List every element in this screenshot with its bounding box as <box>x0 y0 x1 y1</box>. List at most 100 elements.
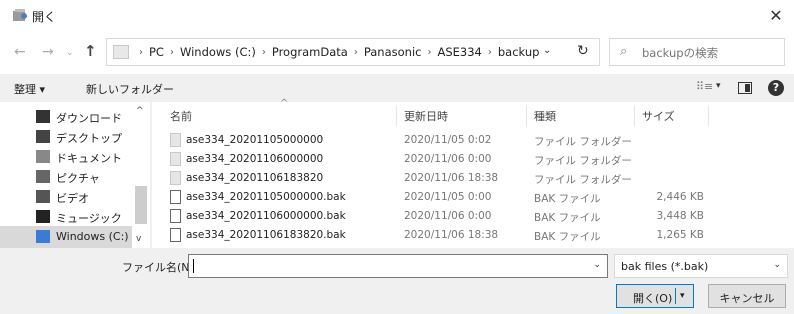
breadcrumb-item[interactable]: ASE334 <box>437 45 481 59</box>
chevron-down-icon[interactable]: ⌄ <box>773 260 781 270</box>
file-size: 3,448 KB <box>656 210 705 222</box>
file-type: BAK ファイル <box>534 231 601 243</box>
scroll-thumb[interactable] <box>135 186 147 224</box>
window-title: 開く <box>32 10 57 24</box>
breadcrumb-item[interactable]: ProgramData <box>272 45 348 59</box>
file-icon <box>170 209 181 223</box>
scroll-up-icon[interactable]: ^ <box>136 106 144 116</box>
forward-arrow-icon[interactable]: → <box>42 44 54 60</box>
table-row[interactable]: ase334_20201106000000.bak 2020/11/06 0:00… <box>152 206 794 226</box>
help-icon[interactable]: ? <box>768 80 784 96</box>
column-divider[interactable] <box>526 106 527 126</box>
sidebar-item-videos[interactable]: ビデオ <box>36 186 132 208</box>
file-date: 2020/11/05 0:02 <box>404 134 492 146</box>
preview-pane-icon[interactable] <box>738 82 752 94</box>
split-divider <box>675 288 676 304</box>
file-date: 2020/11/06 18:38 <box>404 172 499 184</box>
file-type: BAK ファイル <box>534 193 601 205</box>
folder-icon <box>113 45 129 59</box>
search-icon: ⌕ <box>620 44 628 59</box>
breadcrumb-separator-icon[interactable]: › <box>427 47 431 58</box>
file-list: 名前 ^ 更新日時 種類 サイズ ase334_20201105000000 20… <box>152 98 794 248</box>
breadcrumb-item[interactable]: PC <box>149 45 164 59</box>
file-date: 2020/11/06 0:00 <box>404 153 492 165</box>
command-toolbar: 整理 ▾ 新しいフォルダー ⠿≡ ▾ ? <box>0 74 794 102</box>
navigation-bar: ← → ⌄ ↑ › PC › Windows (C:) › ProgramData › Pan… <box>0 30 794 74</box>
file-type: ファイル フォルダー <box>534 174 632 186</box>
sidebar-item-label: ビデオ <box>56 192 89 205</box>
breadcrumb-item[interactable]: Windows (C:) <box>180 45 256 59</box>
file-name: ase334_20201106183820.bak <box>186 229 346 241</box>
navigation-pane: ^ v ダウンロードデスクトップ ドキュメント ピクチャビデオミュージック Windo… <box>0 102 150 248</box>
sidebar-item-download[interactable]: ダウンロード <box>36 106 132 128</box>
drive-icon <box>36 230 50 243</box>
view-options-icon[interactable]: ⠿≡ <box>696 80 713 93</box>
breadcrumb-separator-icon[interactable]: › <box>488 47 492 58</box>
breadcrumb-separator-icon[interactable]: › <box>262 47 266 58</box>
cancel-button[interactable]: キャンセル <box>708 284 786 308</box>
open-dropdown-icon[interactable]: ▾ <box>680 291 685 301</box>
column-divider[interactable] <box>396 106 397 126</box>
chevron-down-icon[interactable]: ⌄ <box>543 45 551 56</box>
download-icon <box>36 110 50 123</box>
refresh-icon[interactable]: ↻ <box>577 43 589 59</box>
chevron-down-icon[interactable]: ⌄ <box>593 260 601 270</box>
folder-icon <box>170 133 181 147</box>
table-row[interactable]: ase334_20201105000000 2020/11/05 0:02 ファイル… <box>152 130 794 150</box>
app-icon <box>13 9 27 21</box>
breadcrumb-item[interactable]: backup <box>498 45 540 59</box>
sidebar-item-pictures[interactable]: ピクチャ <box>36 166 132 188</box>
sidebar-item-label: ミュージック <box>56 212 122 225</box>
desktop-icon <box>36 130 50 143</box>
sidebar-item-label: ピクチャ <box>56 172 100 185</box>
documents-icon <box>36 150 50 163</box>
back-arrow-icon[interactable]: ← <box>14 44 26 60</box>
sidebar-item-documents[interactable]: ドキュメント <box>36 146 132 168</box>
scroll-down-icon[interactable]: v <box>136 234 141 244</box>
sidebar-item-desktop[interactable]: デスクトップ <box>36 126 132 148</box>
organize-button[interactable]: 整理 ▾ <box>14 81 45 97</box>
text-caret <box>193 259 194 273</box>
file-name: ase334_20201105000000.bak <box>186 191 346 203</box>
recent-locations-chevron-icon[interactable]: ⌄ <box>66 48 74 58</box>
breadcrumb-item[interactable]: Panasonic <box>364 45 422 59</box>
file-size: 1,265 KB <box>656 229 705 241</box>
table-row[interactable]: ase334_20201106183820.bak 2020/11/06 18:3… <box>152 225 794 245</box>
file-icon <box>170 190 181 204</box>
search-placeholder: backupの検索 <box>642 46 719 60</box>
file-date: 2020/11/06 18:38 <box>404 229 499 241</box>
file-type: BAK ファイル <box>534 212 601 224</box>
open-button[interactable]: 開く(O) ▾ <box>616 284 694 308</box>
breadcrumb-separator-icon[interactable]: › <box>354 47 358 58</box>
file-date: 2020/11/05 0:00 <box>404 191 492 203</box>
close-icon[interactable]: ✕ <box>758 0 794 30</box>
open-button-label: 開く(O) <box>633 292 673 305</box>
column-divider[interactable] <box>634 106 635 126</box>
filename-label: ファイル名(N): <box>122 261 198 274</box>
file-type-select[interactable]: bak files (*.bak) ⌄ <box>614 254 788 278</box>
address-bar[interactable]: › PC › Windows (C:) › ProgramData › Panasonic › A… <box>106 38 600 66</box>
column-divider[interactable] <box>708 106 709 126</box>
new-folder-button[interactable]: 新しいフォルダー <box>86 81 174 97</box>
up-arrow-icon[interactable]: ↑ <box>84 42 97 60</box>
videos-icon <box>36 190 50 203</box>
breadcrumb-separator-icon[interactable]: › <box>139 47 143 58</box>
file-name: ase334_20201106000000 <box>186 153 324 165</box>
nav-scrollbar[interactable]: ^ v <box>132 102 150 248</box>
filename-input[interactable]: ⌄ <box>188 254 608 278</box>
sidebar-item-label: Windows (C:) <box>56 230 129 243</box>
table-row[interactable]: ase334_20201106183820 2020/11/06 18:38 ファイ… <box>152 168 794 188</box>
file-icon <box>170 228 181 242</box>
view-dropdown-icon[interactable]: ▾ <box>716 81 721 91</box>
table-row[interactable]: ase334_20201105000000.bak 2020/11/05 0:00… <box>152 187 794 207</box>
music-icon <box>36 210 50 223</box>
sidebar-item-drive[interactable]: Windows (C:) <box>0 226 132 248</box>
breadcrumb-separator-icon[interactable]: › <box>170 47 174 58</box>
sidebar-item-label: ドキュメント <box>56 152 122 165</box>
file-name: ase334_20201106000000.bak <box>186 210 346 222</box>
search-input[interactable]: ⌕ backupの検索 <box>609 38 785 66</box>
table-row[interactable]: ase334_20201106000000 2020/11/06 0:00 ファイル… <box>152 149 794 169</box>
sidebar-item-label: デスクトップ <box>56 132 122 145</box>
dialog-footer: ファイル名(N): ⌄ bak files (*.bak) ⌄ 開く(O) ▾ … <box>0 248 794 314</box>
sidebar-item-music[interactable]: ミュージック <box>36 206 132 228</box>
